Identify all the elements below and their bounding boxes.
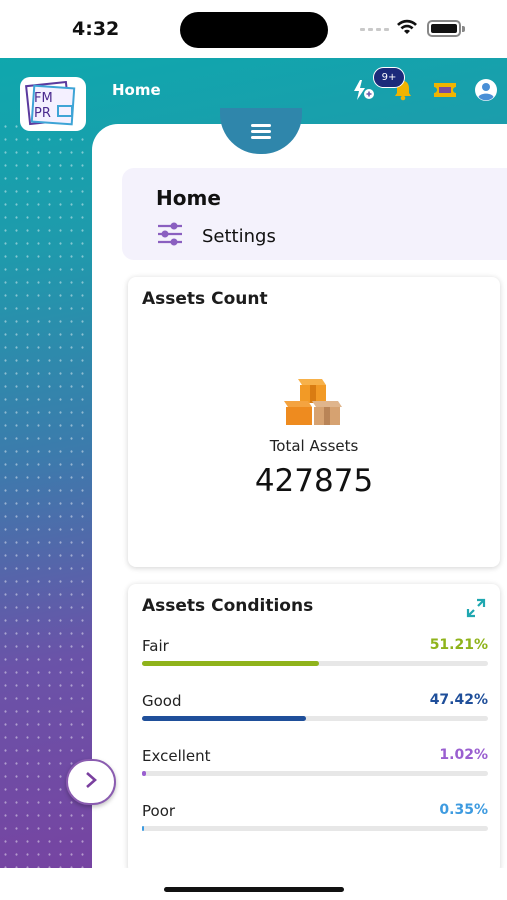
condition-percent: 0.35% xyxy=(439,802,488,818)
total-assets-label: Total Assets xyxy=(269,437,359,455)
signal-icon xyxy=(360,28,389,31)
total-assets-value: 427875 xyxy=(254,463,374,499)
condition-progress-fill xyxy=(142,716,307,721)
settings-link[interactable]: Settings xyxy=(156,222,276,250)
assets-conditions-card: Assets Conditions Fair 51.21% Good 47.42% Ex… xyxy=(128,584,500,868)
home-indicator xyxy=(164,887,344,892)
assets-count-card: Assets Count Total Assets 427875 xyxy=(128,277,500,567)
dynamic-island xyxy=(180,12,328,48)
condition-progress-track xyxy=(142,826,488,831)
expand-sidebar-button[interactable] xyxy=(66,759,116,805)
condition-percent: 51.21% xyxy=(429,637,488,653)
condition-label: Good xyxy=(142,692,182,710)
breadcrumb: Home Settings xyxy=(122,168,507,260)
condition-progress-track xyxy=(142,661,488,666)
condition-row: Fair 51.21% xyxy=(142,637,488,687)
condition-percent: 47.42% xyxy=(429,692,488,708)
expand-icon[interactable] xyxy=(466,598,486,622)
flash-add-icon[interactable] xyxy=(350,78,376,102)
sliders-icon xyxy=(156,222,184,250)
condition-percent: 1.02% xyxy=(439,747,488,763)
page-title: Home xyxy=(156,186,221,210)
condition-progress-fill xyxy=(142,661,320,666)
home-indicator-area xyxy=(0,868,507,900)
condition-label: Excellent xyxy=(142,747,211,765)
condition-progress-track xyxy=(142,716,488,721)
condition-label: Fair xyxy=(142,637,169,655)
condition-row: Poor 0.35% xyxy=(142,802,488,852)
condition-progress-track xyxy=(142,771,488,776)
wifi-icon xyxy=(396,18,418,40)
battery-icon xyxy=(427,20,465,37)
condition-progress-fill xyxy=(142,771,146,776)
condition-row: Good 47.42% xyxy=(142,692,488,742)
condition-label: Poor xyxy=(142,802,176,820)
main-content: Home Settings Assets Count Total Assets … xyxy=(92,124,507,868)
app-logo[interactable]: FM PR xyxy=(20,77,86,131)
assets-conditions-title: Assets Conditions xyxy=(142,596,314,616)
notification-badge: 9+ xyxy=(373,67,405,88)
header-title: Home xyxy=(112,81,161,99)
condition-progress-fill xyxy=(142,826,145,831)
boxes-icon xyxy=(282,373,346,431)
user-icon[interactable] xyxy=(473,78,499,102)
chevron-right-icon xyxy=(83,771,99,793)
svg-text:PR: PR xyxy=(34,106,51,121)
status-bar: 4:32 xyxy=(0,0,507,58)
status-time: 4:32 xyxy=(72,18,120,40)
dotted-pattern xyxy=(0,120,92,868)
svg-text:FM: FM xyxy=(34,91,53,106)
condition-row: Excellent 1.02% xyxy=(142,747,488,797)
assets-count-title: Assets Count xyxy=(142,289,268,309)
menu-icon xyxy=(251,121,271,142)
ticket-icon[interactable] xyxy=(432,78,458,102)
settings-label: Settings xyxy=(202,225,276,247)
